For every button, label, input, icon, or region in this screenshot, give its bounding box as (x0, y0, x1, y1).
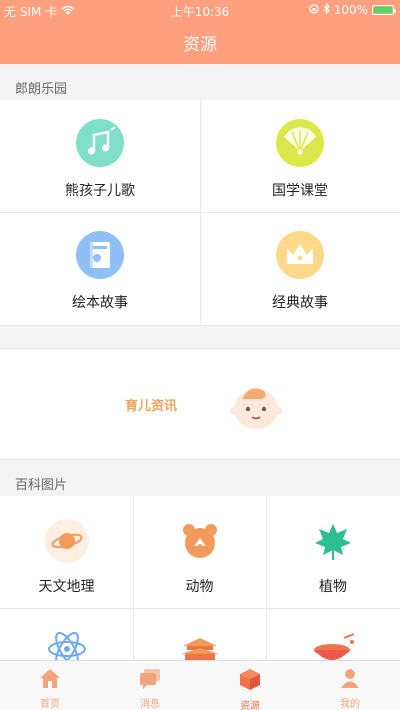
tab-label: 消息 (140, 699, 160, 710)
status-bar: 无 SIM 卡 上午10:36 100% (0, 0, 400, 20)
message-icon (138, 667, 162, 693)
encyclopedia-grid: 天文地理 动物 植物 (0, 496, 400, 668)
header: 无 SIM 卡 上午10:36 100% 资源 (0, 0, 400, 64)
battery-icon (372, 5, 396, 15)
picture-book-icon (75, 230, 125, 284)
tab-label: 资源 (240, 701, 260, 710)
baby-face-icon (228, 377, 284, 437)
tab-bar: 首页 消息 资源 我的 (0, 660, 400, 710)
tab-resources[interactable]: 资源 (200, 661, 300, 710)
grid-item-classic-stories[interactable]: 经典故事 (200, 230, 400, 312)
bluetooth-icon (323, 2, 330, 17)
grid-item-label: 经典故事 (272, 295, 328, 311)
grid-item-songs[interactable]: 熊孩子儿歌 (0, 118, 200, 200)
grid-item-picture-books[interactable]: 绘本故事 (0, 230, 200, 312)
section-title-langlang: 郎朗乐园 (15, 82, 68, 97)
maple-leaf-icon (310, 518, 356, 568)
box-icon (238, 667, 262, 695)
grid-item-label: 动物 (185, 579, 214, 595)
home-icon (38, 667, 62, 693)
grid-item-label: 国学课堂 (272, 183, 328, 199)
tab-home[interactable]: 首页 (0, 661, 100, 710)
planet-icon (44, 518, 90, 568)
parenting-news-banner[interactable]: 育儿资讯 (0, 348, 400, 460)
tab-messages[interactable]: 消息 (100, 661, 200, 710)
crown-icon (275, 230, 325, 284)
tab-label: 我的 (340, 699, 360, 710)
section-title-encyclopedia: 百科图片 (15, 478, 68, 493)
grid-item-label: 植物 (319, 579, 347, 595)
langlang-grid: 熊孩子儿歌 国学课堂 绘本故事 经典故事 (0, 100, 400, 326)
battery-percent: 100% (333, 3, 368, 17)
tab-label: 首页 (40, 699, 60, 710)
banner-label: 育儿资讯 (125, 399, 178, 414)
grid-item-astronomy[interactable]: 天文地理 (0, 518, 133, 596)
page-title: 资源 (183, 35, 217, 55)
grid-item-animals[interactable]: 动物 (133, 518, 266, 596)
grid-item-label: 天文地理 (38, 579, 95, 595)
grid-item-label: 熊孩子儿歌 (65, 183, 135, 199)
music-note-icon (75, 118, 125, 172)
grid-item-label: 绘本故事 (72, 295, 128, 311)
grid-item-guoxue[interactable]: 国学课堂 (200, 118, 400, 200)
bear-icon (177, 518, 223, 568)
grid-item-plants[interactable]: 植物 (266, 518, 400, 596)
folding-fan-icon (275, 118, 325, 172)
tab-profile[interactable]: 我的 (300, 661, 400, 710)
person-icon (338, 667, 362, 693)
lock-rotation-icon (309, 3, 319, 17)
